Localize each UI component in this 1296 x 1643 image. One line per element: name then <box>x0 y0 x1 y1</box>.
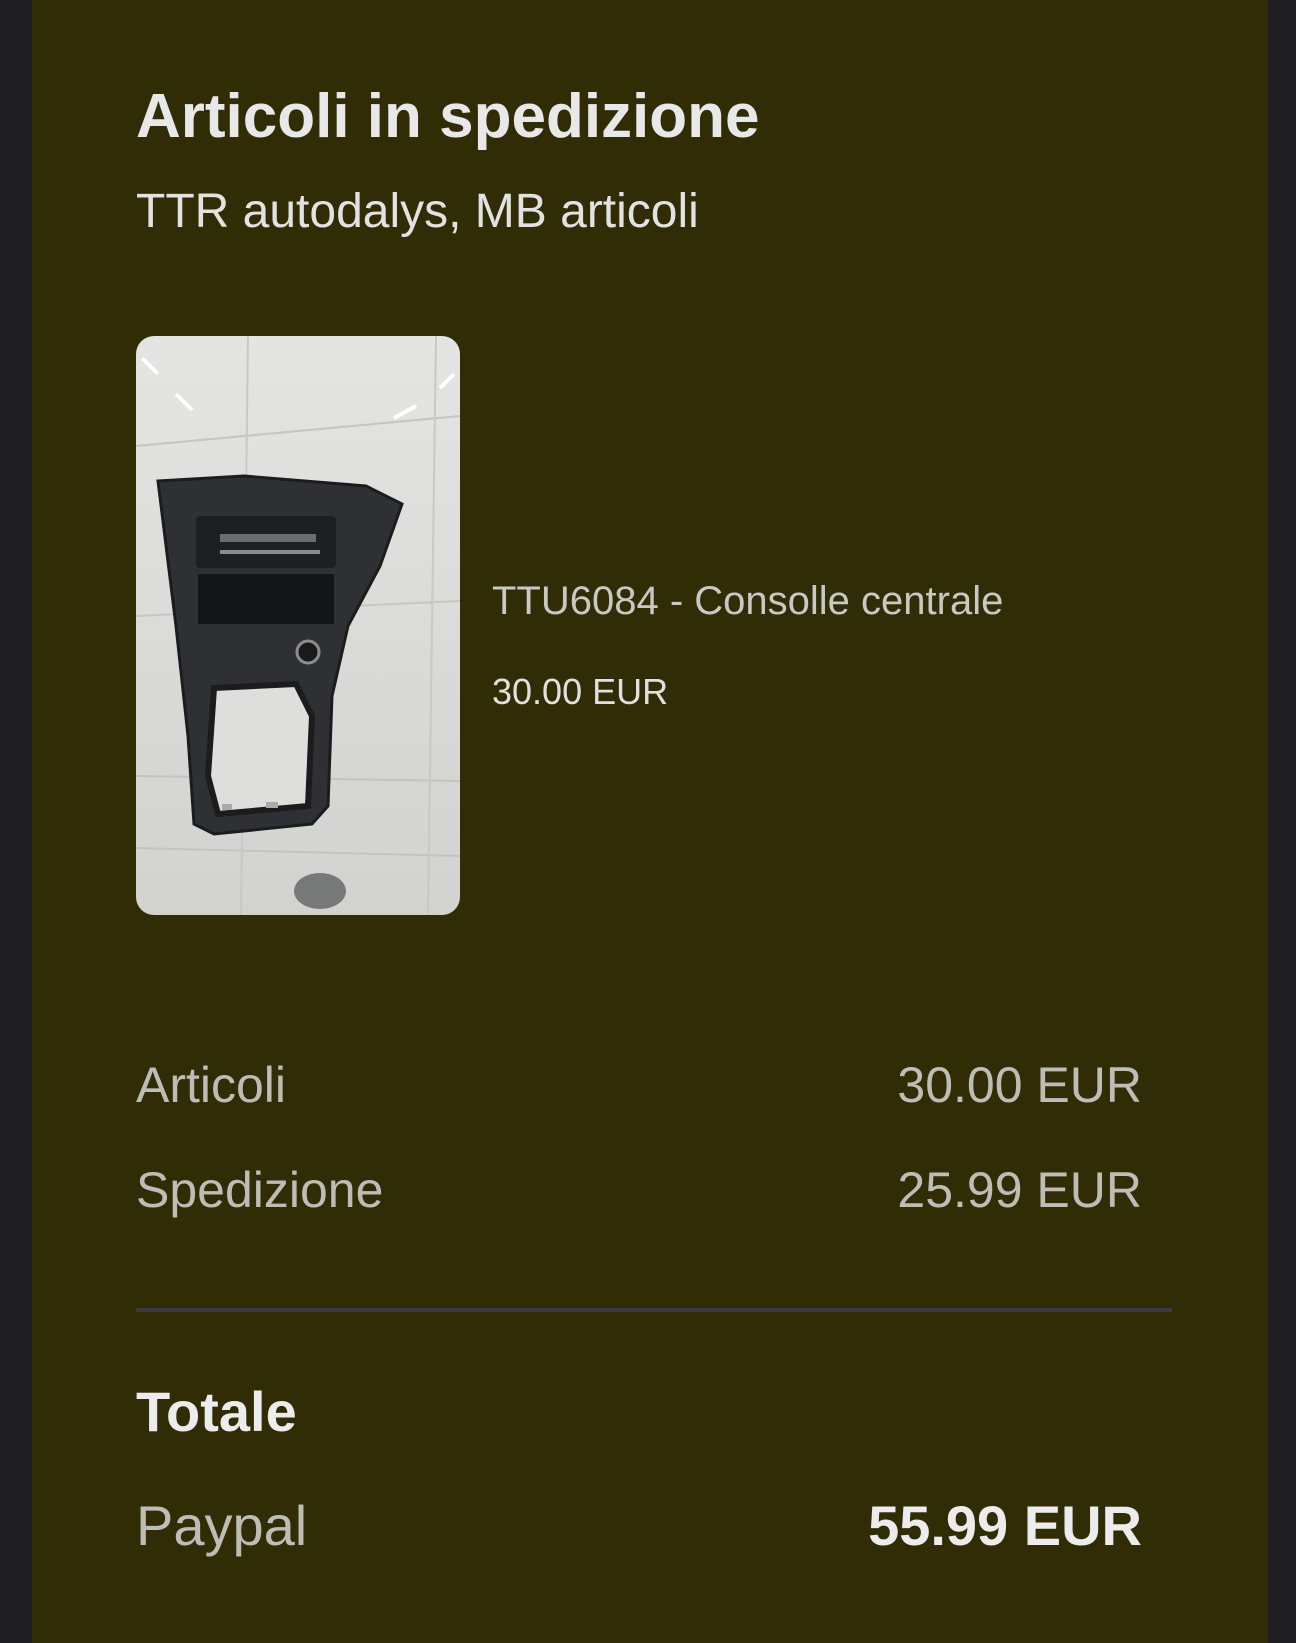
summary-items-value: 30.00 EUR <box>897 1057 1142 1113</box>
order-summary-card: Articoli in spedizione TTR autodalys, MB… <box>32 0 1268 1643</box>
page-title: Articoli in spedizione <box>136 82 760 151</box>
total-amount: 55.99 EUR <box>868 1494 1142 1557</box>
total-label: Totale <box>136 1380 297 1443</box>
summary-shipping-label: Spedizione <box>136 1162 384 1218</box>
product-price: 30.00 EUR <box>492 671 669 712</box>
summary-items-label: Articoli <box>136 1057 287 1113</box>
product-image[interactable] <box>136 336 460 915</box>
product-name[interactable]: TTU6084 - Consolle centrale <box>492 573 1003 629</box>
divider <box>136 1308 1172 1312</box>
car-center-console-photo <box>136 336 460 915</box>
seller-subtitle: TTR autodalys, MB articoli <box>136 185 699 238</box>
summary-shipping-value: 25.99 EUR <box>897 1162 1142 1218</box>
payment-method: Paypal <box>136 1494 308 1557</box>
